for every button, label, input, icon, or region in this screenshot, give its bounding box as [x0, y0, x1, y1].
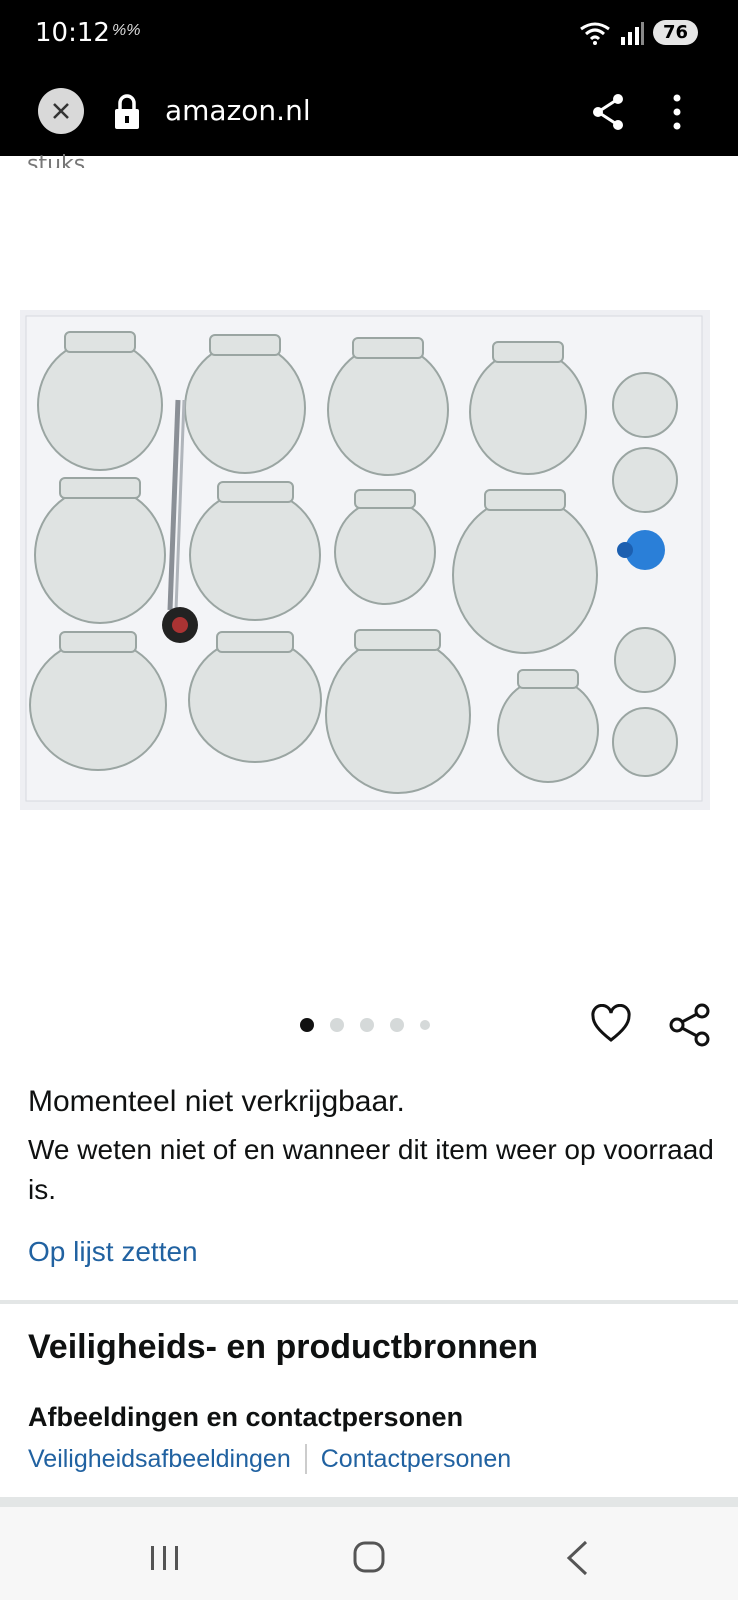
- browser-toolbar: amazon.nl: [0, 70, 738, 156]
- close-tab-button[interactable]: [38, 88, 84, 134]
- back-icon[interactable]: [564, 1539, 590, 1577]
- bottom-divider: [0, 1497, 738, 1507]
- availability-description: We weten niet of en wanneer dit item wee…: [28, 1134, 714, 1205]
- share-product-icon[interactable]: [668, 1002, 712, 1048]
- carousel-dots: [300, 1018, 430, 1032]
- page: 10:12 %% 76 amazon.nl stuks Momenteel ni…: [0, 0, 738, 1600]
- safety-subtitle: Afbeeldingen en contactpersonen: [28, 1402, 464, 1432]
- carousel-dot-1[interactable]: [300, 1018, 314, 1032]
- home-icon[interactable]: [352, 1540, 386, 1574]
- add-to-list-link[interactable]: Op lijst zetten: [28, 1236, 198, 1268]
- carousel-dot-4[interactable]: [390, 1018, 404, 1032]
- close-icon: [53, 103, 69, 119]
- carousel-dot-2[interactable]: [330, 1018, 344, 1032]
- lock-icon[interactable]: [112, 92, 142, 132]
- carousel-dot-5[interactable]: [420, 1020, 430, 1030]
- wifi-icon: [580, 22, 610, 45]
- status-bar: 10:12 %% 76: [0, 0, 738, 70]
- carousel-dot-3[interactable]: [360, 1018, 374, 1032]
- heart-icon[interactable]: [590, 1004, 632, 1044]
- battery-level: 76: [652, 20, 698, 45]
- partial-title-text: stuks: [27, 152, 86, 168]
- system-nav-bar: [0, 1507, 738, 1600]
- availability-status: Momenteel niet verkrijgbaar.: [28, 1085, 405, 1118]
- status-icons: 76: [579, 20, 698, 45]
- product-image[interactable]: [20, 310, 710, 820]
- status-time: 10:12: [35, 18, 110, 48]
- share-icon[interactable]: [590, 92, 626, 132]
- recents-icon[interactable]: [148, 1543, 182, 1573]
- notification-icon: %%: [112, 22, 141, 39]
- url-text[interactable]: amazon.nl: [165, 94, 311, 127]
- safety-section-title: Veiligheids- en productbronnen: [28, 1328, 539, 1366]
- section-divider: [0, 1300, 738, 1304]
- safety-images-link[interactable]: Veiligheidsafbeeldingen: [28, 1445, 291, 1474]
- contacts-link[interactable]: Contactpersonen: [321, 1445, 511, 1474]
- more-vertical-icon[interactable]: [662, 92, 692, 132]
- link-separator: [304, 1444, 307, 1474]
- safety-links: Veiligheidsafbeeldingen Contactpersonen: [28, 1444, 511, 1474]
- signal-icon: [620, 21, 644, 45]
